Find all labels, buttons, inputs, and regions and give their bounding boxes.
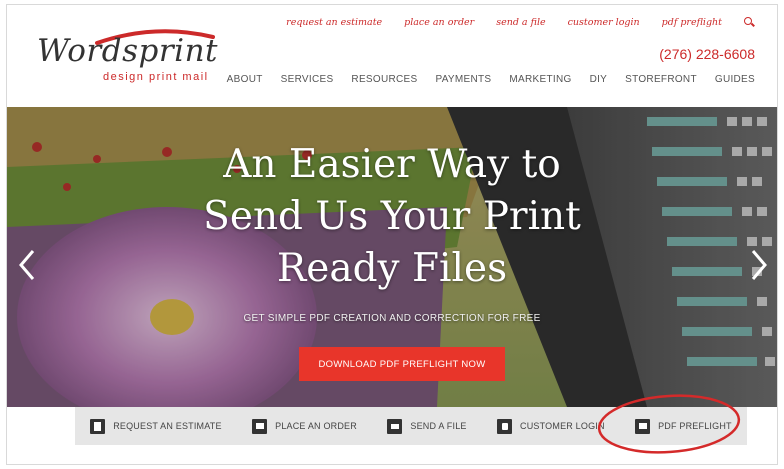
site-header: Wordsprint design print mail request an … xyxy=(7,5,777,107)
search-icon[interactable] xyxy=(744,17,755,28)
nav-item-about[interactable]: ABOUT xyxy=(227,74,263,85)
hero-title-line: Send Us Your Print xyxy=(203,194,581,239)
util-link-place-order[interactable]: place an order xyxy=(404,17,474,28)
quick-link-label: CUSTOMER LOGIN xyxy=(520,421,605,431)
util-link-request-estimate[interactable]: request an estimate xyxy=(286,17,382,28)
lock-icon xyxy=(497,418,513,434)
site-logo[interactable]: Wordsprint design print mail xyxy=(37,27,237,87)
hero-title: An Easier Way to Send Us Your Print Read… xyxy=(7,139,777,295)
util-link-pdf-preflight[interactable]: pdf preflight xyxy=(662,17,722,28)
hero-subtitle: GET SIMPLE PDF CREATION AND CORRECTION F… xyxy=(243,313,541,324)
hero-title-line: An Easier Way to xyxy=(223,142,561,187)
quick-link-send-file[interactable]: SEND A FILE xyxy=(387,418,467,434)
main-nav: ABOUT SERVICES RESOURCES PAYMENTS MARKET… xyxy=(227,74,755,85)
nav-item-resources[interactable]: RESOURCES xyxy=(351,74,417,85)
quick-link-place-order[interactable]: PLACE AN ORDER xyxy=(252,418,357,434)
nav-item-services[interactable]: SERVICES xyxy=(281,74,334,85)
quick-link-request-estimate[interactable]: REQUEST AN ESTIMATE xyxy=(90,418,222,434)
phone-number[interactable]: (276) 228-6608 xyxy=(659,46,755,62)
util-link-customer-login[interactable]: customer login xyxy=(568,17,640,28)
quick-link-label: REQUEST AN ESTIMATE xyxy=(113,421,222,431)
nav-item-marketing[interactable]: MARKETING xyxy=(509,74,571,85)
nav-item-guides[interactable]: GUIDES xyxy=(715,74,755,85)
cart-icon xyxy=(252,418,268,434)
util-link-send-file[interactable]: send a file xyxy=(496,17,545,28)
quick-link-label: SEND A FILE xyxy=(410,421,467,431)
hero-slider: An Easier Way to Send Us Your Print Read… xyxy=(7,107,777,407)
browser-frame: Wordsprint design print mail request an … xyxy=(6,4,778,465)
highlight-circle-annotation xyxy=(597,394,741,454)
quick-link-customer-login[interactable]: CUSTOMER LOGIN xyxy=(497,418,605,434)
hero-title-line: Ready Files xyxy=(276,246,508,291)
download-pdf-preflight-button[interactable]: DOWNLOAD PDF PREFLIGHT NOW xyxy=(299,347,505,381)
utility-nav: request an estimate place an order send … xyxy=(286,17,755,28)
upload-icon xyxy=(387,418,403,434)
quick-link-label: PLACE AN ORDER xyxy=(275,421,357,431)
logo-wordmark: Wordsprint xyxy=(37,33,218,69)
logo-tagline: design print mail xyxy=(103,71,209,83)
nav-item-storefront[interactable]: STOREFRONT xyxy=(625,74,697,85)
document-icon xyxy=(90,418,106,434)
nav-item-diy[interactable]: DIY xyxy=(590,74,608,85)
nav-item-payments[interactable]: PAYMENTS xyxy=(435,74,491,85)
